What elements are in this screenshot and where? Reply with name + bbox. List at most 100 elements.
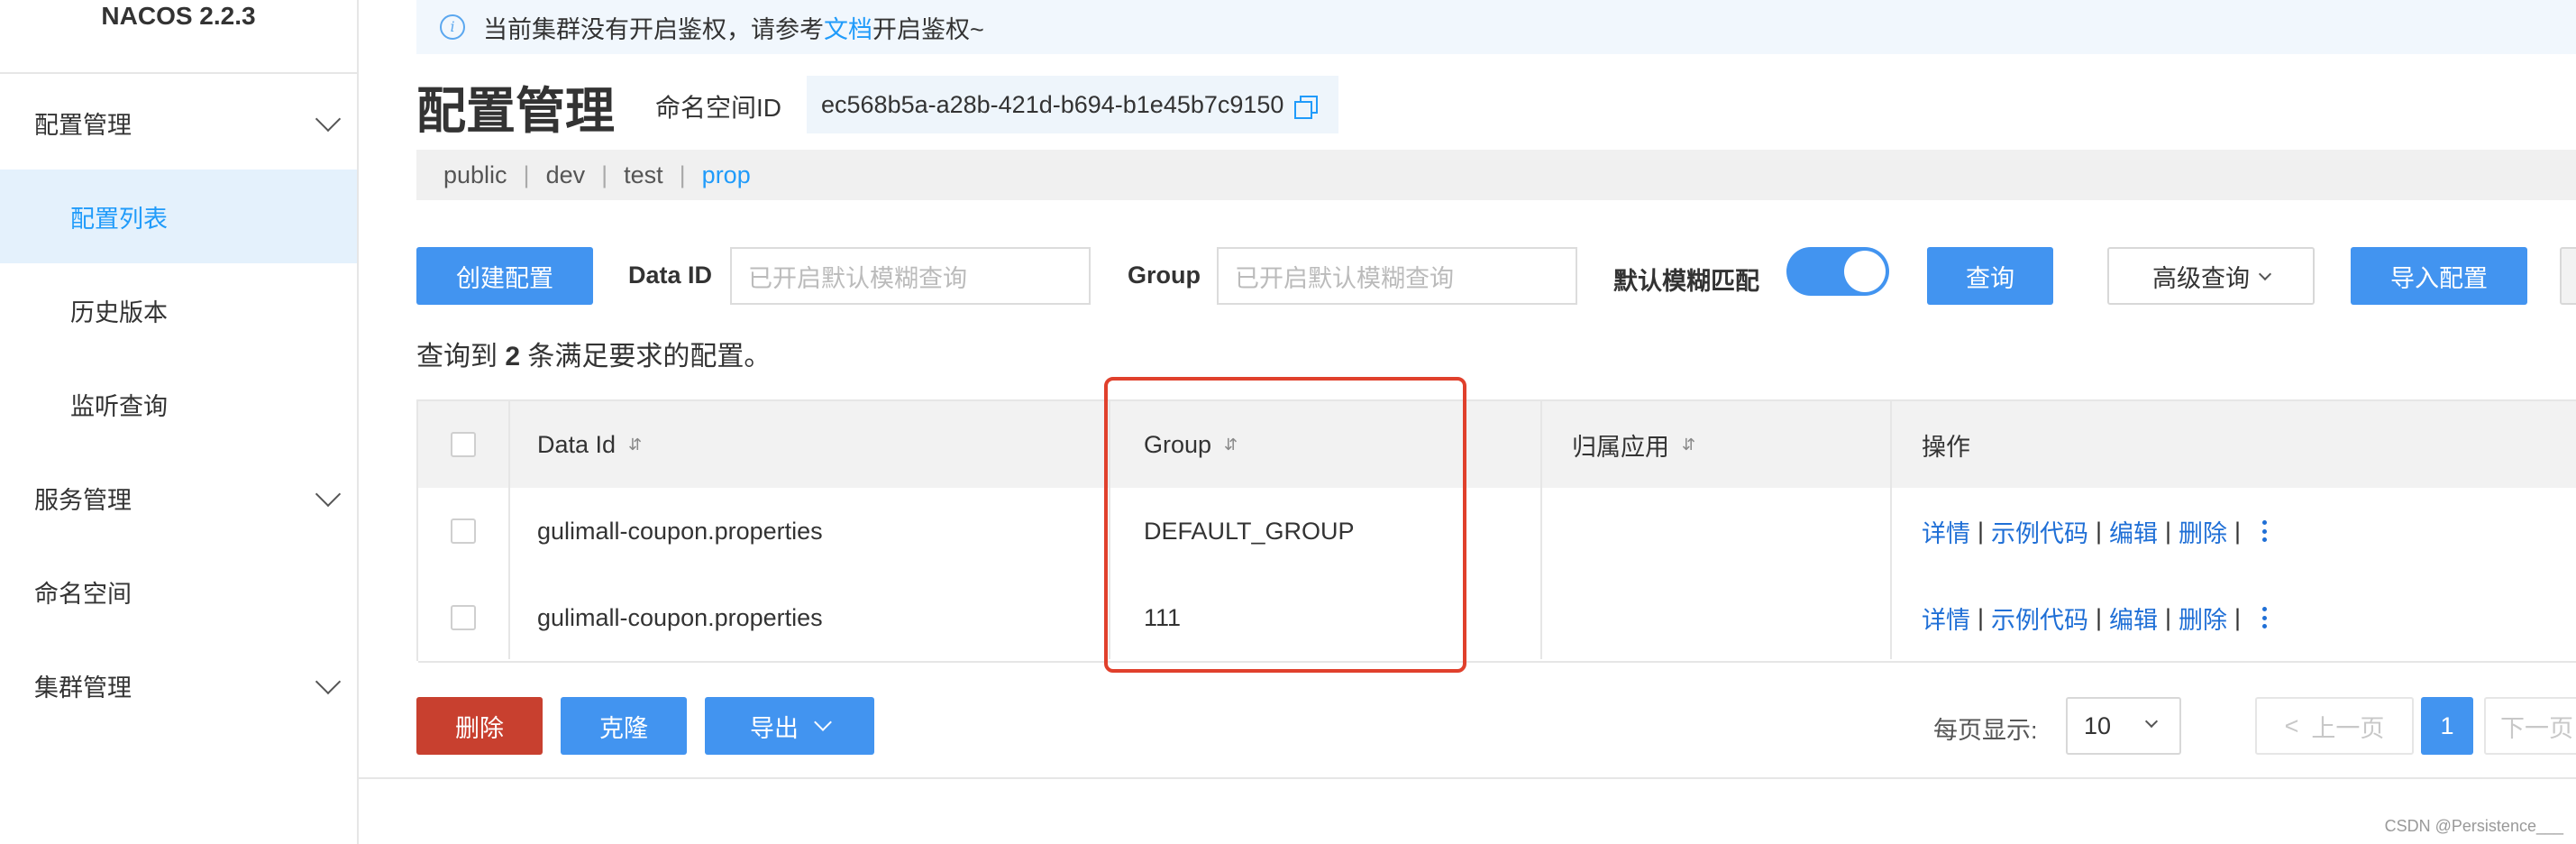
clone-button[interactable]: 克隆 <box>561 697 687 755</box>
column-header-data-id[interactable]: Data Id ⇵ <box>537 401 642 488</box>
sidebar-item-label: 集群管理 <box>34 674 132 702</box>
sidebar-item-label: 监听查询 <box>70 392 168 420</box>
sidebar-item-history[interactable]: 历史版本 <box>0 263 357 357</box>
watermark: CSDN @Persistence___ <box>2384 817 2563 835</box>
chevron-down-icon <box>2144 714 2159 729</box>
column-divider <box>1540 401 1542 659</box>
column-divider <box>1890 401 1892 659</box>
column-divider <box>508 401 510 659</box>
prev-page-label: 上一页 <box>2311 714 2385 742</box>
chevron-down-icon <box>315 481 342 508</box>
sidebar-item-label: 历史版本 <box>70 298 168 326</box>
notice-text: 当前集群没有开启鉴权，请参考 <box>483 15 824 43</box>
export-button[interactable]: 导出 <box>705 697 874 755</box>
op-separator: | <box>2165 603 2172 631</box>
data-id-cell: gulimall-coupon.properties <box>537 517 823 545</box>
delete-button[interactable]: 删除 <box>416 697 543 755</box>
op-separator: | <box>1978 603 1985 631</box>
chevron-down-icon <box>814 713 832 731</box>
info-icon: i <box>440 14 465 40</box>
page-1-button[interactable]: 1 <box>2421 697 2473 755</box>
tab-namespace-prop[interactable]: prop <box>702 161 751 189</box>
delete-link[interactable]: 删除 <box>2179 514 2227 549</box>
sidebar-item-service-management[interactable]: 服务管理 <box>0 451 357 545</box>
namespace-id-box: ec568b5a-a28b-421d-b694-b1e45b7c9150 <box>807 76 1338 133</box>
ops-cell: 详情 | 示例代码 | 编辑 | 删除 | <box>1922 488 2268 574</box>
result-suffix: 条满足要求的配置。 <box>527 342 772 372</box>
chevron-left-icon: < <box>2284 711 2299 739</box>
sidebar-item-config-management[interactable]: 配置管理 <box>0 76 357 170</box>
ops-cell: 详情 | 示例代码 | 编辑 | 删除 | <box>1922 574 2268 661</box>
advanced-query-label: 高级查询 <box>2152 264 2250 292</box>
brand-logo: NACOS 2.2.3 <box>0 0 357 74</box>
op-separator: | <box>2096 517 2103 545</box>
table-row: gulimall-coupon.properties 111 详情 | 示例代码 |… <box>418 574 2576 663</box>
sidebar-item-config-list[interactable]: 配置列表 <box>0 170 357 263</box>
edit-link[interactable]: 编辑 <box>2109 514 2158 549</box>
page-size-select[interactable]: 10 <box>2066 697 2181 755</box>
sidebar-item-listener-query[interactable]: 监听查询 <box>0 357 357 451</box>
sidebar-item-label: 服务管理 <box>34 486 132 514</box>
namespace-id-value: ec568b5a-a28b-421d-b694-b1e45b7c9150 <box>821 90 1284 118</box>
detail-link[interactable]: 详情 <box>1922 601 1970 636</box>
more-toolbar-button[interactable] <box>2560 247 2576 305</box>
chevron-down-icon <box>2258 267 2272 281</box>
sort-icon[interactable]: ⇵ <box>1682 436 1695 454</box>
delete-link[interactable]: 删除 <box>2179 601 2227 636</box>
group-label: Group <box>1128 261 1201 289</box>
table-header: Data Id ⇵ Group ⇵ 归属应用 ⇵ 操作 <box>418 401 2576 490</box>
tab-namespace-public[interactable]: public <box>443 161 507 189</box>
row-checkbox[interactable] <box>451 518 476 544</box>
tab-namespace-test[interactable]: test <box>624 161 663 189</box>
result-summary: 查询到 2 条满足要求的配置。 <box>416 334 771 373</box>
create-config-button[interactable]: 创建配置 <box>416 247 593 305</box>
docs-link[interactable]: 文档 <box>824 10 872 45</box>
page-size-label: 每页显示: <box>1933 717 2038 744</box>
prev-page-button[interactable]: < 上一页 <box>2255 697 2414 755</box>
column-header-label: 归属应用 <box>1572 433 1669 461</box>
fuzzy-match-toggle[interactable] <box>1786 247 1889 296</box>
column-header-app[interactable]: 归属应用 ⇵ <box>1572 401 1695 488</box>
row-checkbox-cell <box>418 574 508 661</box>
op-separator: | <box>2234 517 2242 545</box>
tab-namespace-dev[interactable]: dev <box>546 161 586 189</box>
chevron-down-icon <box>315 668 342 695</box>
more-vertical-icon[interactable] <box>2262 607 2268 628</box>
table-row: gulimall-coupon.properties DEFAULT_GROUP… <box>418 488 2576 576</box>
next-page-button[interactable]: 下一页 <box>2484 697 2576 755</box>
namespace-tabs: public | dev | test | prop <box>416 150 2576 200</box>
select-all-checkbox[interactable] <box>451 432 476 457</box>
footer-divider <box>357 777 2576 779</box>
config-table: Data Id ⇵ Group ⇵ 归属应用 ⇵ 操作 gulimall-coupon… <box>416 399 2576 663</box>
sidebar: NACOS 2.2.3 配置管理 配置列表 历史版本 监听查询 服务管理 命名空… <box>0 0 359 844</box>
row-checkbox[interactable] <box>451 605 476 630</box>
query-button[interactable]: 查询 <box>1927 247 2053 305</box>
data-id-input[interactable]: 已开启默认模糊查询 <box>730 247 1091 305</box>
sample-code-link[interactable]: 示例代码 <box>1991 514 2088 549</box>
group-column-highlight <box>1104 377 1466 673</box>
sidebar-item-namespace[interactable]: 命名空间 <box>0 545 357 638</box>
sample-code-link[interactable]: 示例代码 <box>1991 601 2088 636</box>
copy-icon[interactable] <box>1294 96 1319 119</box>
brand-text: NACOS 2.2.3 <box>101 2 256 30</box>
sort-icon[interactable]: ⇵ <box>628 436 642 454</box>
column-header-ops: 操作 <box>1922 401 1970 488</box>
edit-link[interactable]: 编辑 <box>2109 601 2158 636</box>
more-vertical-icon[interactable] <box>2262 520 2268 542</box>
column-header-label: 操作 <box>1922 433 1970 461</box>
auth-notice: i 当前集群没有开启鉴权，请参考 文档 开启鉴权~ <box>416 0 2576 54</box>
advanced-query-button[interactable]: 高级查询 <box>2107 247 2315 305</box>
op-separator: | <box>2165 517 2172 545</box>
tab-separator: | <box>679 161 686 188</box>
group-input[interactable]: 已开启默认模糊查询 <box>1217 247 1577 305</box>
import-config-button[interactable]: 导入配置 <box>2351 247 2527 305</box>
detail-link[interactable]: 详情 <box>1922 514 1970 549</box>
sidebar-item-label: 命名空间 <box>34 580 132 608</box>
op-separator: | <box>2096 603 2103 631</box>
chevron-down-icon <box>315 106 342 133</box>
sidebar-item-label: 配置列表 <box>70 205 168 233</box>
page-size-value: 10 <box>2084 711 2112 739</box>
page-title: 配置管理 <box>416 83 616 139</box>
sidebar-item-cluster-management[interactable]: 集群管理 <box>0 638 357 732</box>
header-checkbox-cell <box>418 401 508 488</box>
